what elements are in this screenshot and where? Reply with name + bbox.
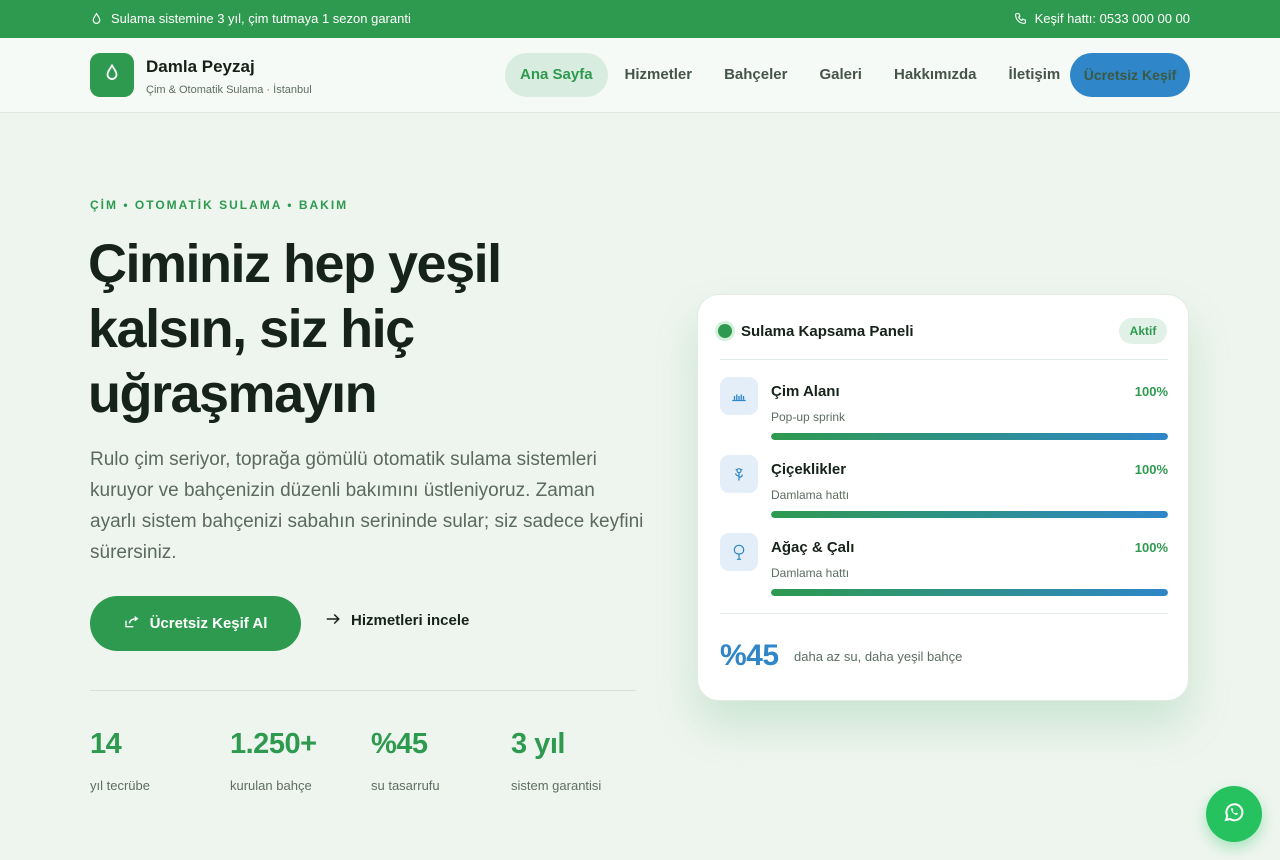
promo-text-group: Sulama sistemine 3 yıl, çim tutmaya 1 se… — [90, 11, 411, 26]
stat-label: sistem garantisi — [511, 778, 602, 793]
water-drop-logo-icon — [103, 63, 121, 88]
hero-divider — [90, 690, 636, 691]
coverage-bar-fill — [771, 511, 1168, 518]
share-arrow-icon — [124, 615, 140, 633]
water-drop-icon — [90, 12, 103, 25]
phone-text: Keşif hattı: 0533 000 00 00 — [1034, 11, 1190, 26]
stat-experience: 14 yıl tecrübe — [90, 728, 150, 793]
stat-label: yıl tecrübe — [90, 778, 150, 793]
brand-tagline: Çim & Otomatik Sulama · İstanbul — [146, 84, 312, 96]
coverage-bar — [771, 511, 1168, 518]
tree-icon — [720, 533, 758, 571]
zone-name: Ağaç & Çalı — [771, 539, 855, 556]
flower-icon — [720, 455, 758, 493]
stat-gardens: 1.250+ kurulan bahçe — [230, 728, 317, 793]
zone-type: Pop-up sprink — [771, 410, 846, 424]
phone-link[interactable]: Keşif hattı: 0533 000 00 00 — [1014, 11, 1190, 26]
stat-warranty: 3 yıl sistem garantisi — [511, 728, 601, 793]
status-badge: Aktif — [1119, 318, 1167, 344]
nav-item-contact[interactable]: İletişim — [994, 53, 1076, 97]
irrigation-coverage-panel: Sulama Kapsama Paneli Aktif Çim Alanı Po… — [697, 294, 1189, 701]
stat-label: su tasarrufu — [371, 778, 440, 793]
view-services-label: Hizmetleri incele — [351, 612, 470, 629]
phone-icon — [1014, 12, 1027, 25]
water-saving-note: daha az su, daha yeşil bahçe — [794, 649, 963, 664]
nav-item-about[interactable]: Hakkımızda — [879, 53, 992, 97]
zone-percent: 100% — [1134, 384, 1168, 399]
zone-name: Çiçeklikler — [771, 461, 847, 478]
coverage-bar-fill — [771, 433, 1168, 440]
coverage-bar — [771, 433, 1168, 440]
stat-water-saving: %45 su tasarrufu — [371, 728, 440, 793]
water-saving-value: %45 — [720, 639, 779, 672]
panel-divider — [720, 359, 1168, 360]
nav-item-gallery[interactable]: Galeri — [804, 53, 877, 97]
stat-value: 14 — [90, 728, 122, 760]
zone-percent: 100% — [1134, 462, 1168, 477]
hero-eyebrow: ÇİM • OTOMATİK SULAMA • BAKIM — [90, 198, 349, 212]
stat-value: %45 — [371, 728, 428, 760]
status-dot-icon — [718, 324, 732, 338]
nav-item-services[interactable]: Hizmetler — [610, 53, 708, 97]
zone-type: Damlama hattı — [771, 566, 850, 580]
hero-description: Rulo çim seriyor, toprağa gömülü otomati… — [90, 449, 644, 563]
zone-lawn: Çim Alanı Pop-up sprink 100% — [720, 377, 1168, 441]
whatsapp-button[interactable] — [1206, 786, 1262, 842]
zone-flowerbeds: Çiçeklikler Damlama hattı 100% — [720, 455, 1168, 519]
whatsapp-icon — [1222, 800, 1246, 829]
brand-name[interactable]: Damla Peyzaj — [146, 57, 255, 77]
zone-trees-shrubs: Ağaç & Çalı Damlama hattı 100% — [720, 533, 1168, 597]
coverage-bar-fill — [771, 589, 1168, 596]
logo[interactable] — [90, 53, 134, 97]
grass-icon — [720, 377, 758, 415]
hero-title: Çiminiz hep yeşil kalsın, siz hiç uğraşm… — [88, 234, 502, 424]
stat-label: kurulan bahçe — [230, 778, 312, 793]
nav-item-home[interactable]: Ana Sayfa — [505, 53, 608, 97]
zone-type: Damlama hattı — [771, 488, 850, 502]
promo-text: Sulama sistemine 3 yıl, çim tutmaya 1 se… — [111, 11, 411, 26]
arrow-right-icon — [326, 612, 341, 629]
get-free-survey-label: Ücretsiz Keşif Al — [149, 615, 268, 632]
panel-divider — [720, 613, 1168, 614]
coverage-bar — [771, 589, 1168, 596]
free-survey-button[interactable]: Ücretsiz Keşif — [1070, 53, 1190, 97]
panel-title: Sulama Kapsama Paneli — [741, 323, 914, 340]
nav-item-gardens[interactable]: Bahçeler — [709, 53, 802, 97]
site-header: Damla Peyzaj Çim & Otomatik Sulama · İst… — [0, 38, 1280, 113]
get-free-survey-button[interactable]: Ücretsiz Keşif Al — [90, 596, 301, 651]
zone-percent: 100% — [1134, 540, 1168, 555]
main-nav: Ana Sayfa Hizmetler Bahçeler Galeri Hakk… — [505, 53, 1077, 97]
stat-value: 3 yıl — [511, 728, 565, 760]
top-announcement-bar: Sulama sistemine 3 yıl, çim tutmaya 1 se… — [0, 0, 1280, 38]
stat-value: 1.250+ — [230, 728, 317, 760]
view-services-link[interactable]: Hizmetleri incele — [326, 612, 469, 629]
zone-name: Çim Alanı — [771, 383, 840, 400]
